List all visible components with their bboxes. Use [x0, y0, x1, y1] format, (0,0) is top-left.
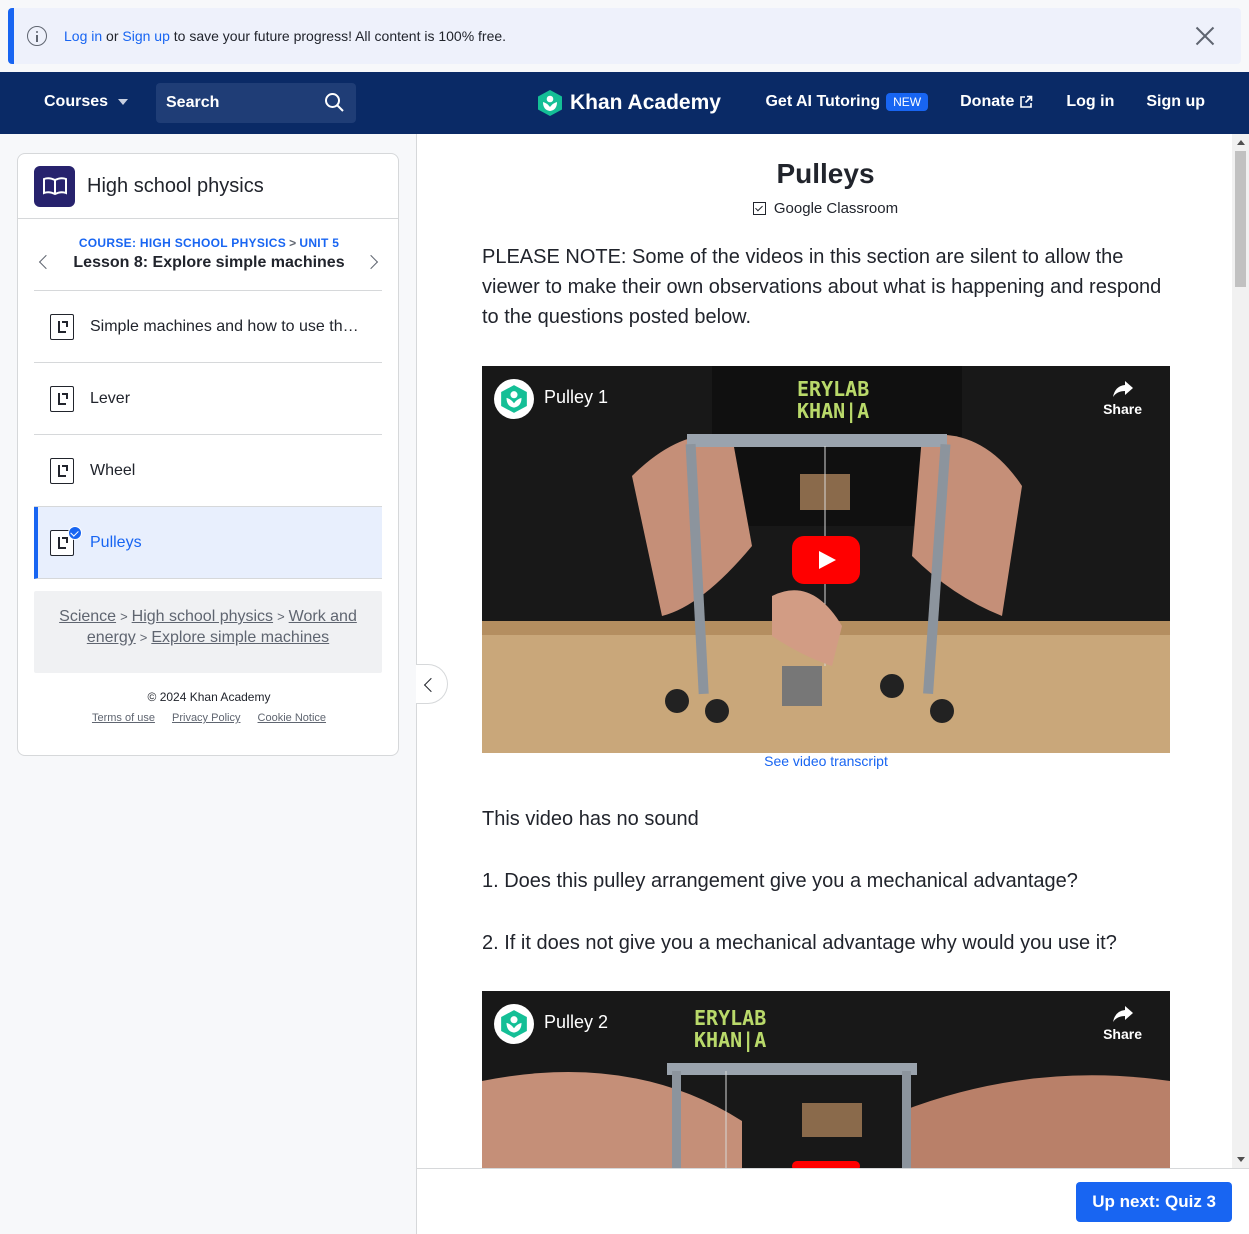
signup-banner: Log in or Sign up to save your future pr… [8, 8, 1241, 64]
sidebar-item-simple-machines[interactable]: Simple machines and how to use th… [34, 291, 382, 363]
khan-video-logo-icon [494, 1004, 534, 1044]
cookie-link[interactable]: Cookie Notice [258, 712, 326, 724]
close-icon[interactable] [1195, 26, 1215, 46]
question-2: 2. If it does not give you a mechanical … [482, 932, 1117, 954]
share-label: Share [1103, 401, 1142, 417]
lesson-title[interactable]: Lesson 8: Explore simple machines [18, 254, 400, 272]
no-sound-text: This video has no sound [482, 808, 699, 830]
scrollbar-thumb[interactable] [1235, 151, 1246, 287]
terms-link[interactable]: Terms of use [92, 712, 155, 724]
share-icon [1112, 1006, 1133, 1022]
banner-text: Log in or Sign up to save your future pr… [64, 28, 506, 44]
logo-text: Khan Academy [570, 91, 721, 114]
login-link[interactable]: Log in [1066, 93, 1114, 111]
breadcrumb: Science > High school physics > Work and ene… [34, 591, 382, 673]
section-note: PLEASE NOTE: Some of the videos in this … [482, 246, 1162, 328]
breadcrumb-science[interactable]: Science [59, 608, 116, 625]
video-title[interactable]: Pulley 2 [544, 1012, 608, 1033]
signup-link[interactable]: Sign up [1146, 93, 1205, 111]
bottom-bar: Up next: Quiz 3 [416, 1168, 1249, 1234]
search-icon[interactable] [324, 92, 344, 112]
sidebar-item-label: Pulleys [90, 533, 142, 551]
video-title[interactable]: Pulley 1 [544, 387, 608, 408]
legal-links: Terms of use Privacy Policy Cookie Notic… [18, 712, 400, 724]
search-placeholder: Search [166, 94, 220, 111]
svg-text:ERYLAB: ERYLAB [797, 377, 869, 401]
scrollbar[interactable] [1232, 134, 1249, 1168]
share-button[interactable]: Share [1103, 380, 1142, 417]
svg-text:KHAN|A: KHAN|A [694, 1028, 766, 1052]
scroll-down-icon[interactable] [1237, 1157, 1245, 1162]
article-icon [50, 313, 74, 340]
breadcrumb-high-school-physics[interactable]: High school physics [132, 608, 273, 625]
new-badge: NEW [886, 93, 929, 111]
ai-tutoring-label: Get AI Tutoring [765, 93, 881, 110]
question-1: 1. Does this pulley arrangement give you… [482, 870, 1078, 892]
google-classroom-button[interactable]: Google Classroom [417, 200, 1234, 217]
video-player-pulley-2[interactable]: ERYLAB KHAN|A Pulley 2 Share [482, 991, 1170, 1168]
sidebar-item-pulleys[interactable]: Pulleys [34, 507, 382, 579]
unit-breadcrumb: COURSE: HIGH SCHOOL PHYSICS > UNIT 5 [78, 236, 340, 250]
lesson-item-list: Simple machines and how to use th… Lever… [34, 290, 382, 579]
banner-or: or [106, 28, 119, 44]
course-sidebar: High school physics COURSE: HIGH SCHOOL … [17, 153, 399, 756]
search-input[interactable]: Search [156, 83, 356, 123]
unit-link[interactable]: UNIT 5 [299, 236, 339, 250]
sidebar-item-lever[interactable]: Lever [34, 363, 382, 435]
share-button[interactable]: Share [1103, 1005, 1142, 1042]
google-classroom-icon [752, 202, 766, 215]
course-link[interactable]: COURSE: HIGH SCHOOL PHYSICS [79, 236, 286, 250]
sidebar-header: High school physics [18, 154, 398, 219]
sidebar-item-wheel[interactable]: Wheel [34, 435, 382, 507]
donate-label: Donate [960, 93, 1015, 110]
privacy-link[interactable]: Privacy Policy [172, 712, 240, 724]
courses-label: Courses [44, 93, 109, 110]
course-title[interactable]: High school physics [87, 175, 264, 198]
top-nav: Courses Search Khan Academy Get AI Tutor… [0, 72, 1249, 134]
sidebar-item-label: Simple machines and how to use th… [90, 317, 359, 335]
article-icon [50, 385, 74, 412]
ai-tutoring-link[interactable]: Get AI Tutoring NEW [765, 93, 929, 111]
main-content: Pulleys Google Classroom PLEASE NOTE: So… [416, 134, 1249, 1234]
banner-login-link[interactable]: Log in [64, 28, 102, 44]
google-classroom-label: Google Classroom [773, 200, 899, 217]
caret-down-icon [118, 99, 129, 105]
nav-right: Get AI Tutoring NEW Donate Log in Sign u… [765, 93, 1205, 111]
scroll-up-icon[interactable] [1237, 140, 1245, 145]
breadcrumb-explore-simple-machines[interactable]: Explore simple machines [151, 629, 329, 646]
copyright: © 2024 Khan Academy [147, 690, 271, 704]
donate-link[interactable]: Donate [960, 93, 1033, 111]
banner-signup-link[interactable]: Sign up [122, 28, 169, 44]
checkmark-icon [68, 526, 82, 540]
banner-message: to save your future progress! All conten… [173, 28, 507, 44]
play-button-icon[interactable] [792, 536, 860, 584]
article-icon [50, 457, 74, 484]
video-transcript-link[interactable]: See video transcript [482, 753, 1170, 769]
up-next-button[interactable]: Up next: Quiz 3 [1076, 1182, 1232, 1222]
khan-academy-logo[interactable]: Khan Academy [537, 89, 721, 117]
info-icon [27, 26, 47, 46]
share-icon [1112, 381, 1133, 397]
svg-text:ERYLAB: ERYLAB [694, 1006, 766, 1030]
sidebar-item-label: Lever [90, 389, 131, 407]
courses-menu[interactable]: Courses [44, 93, 129, 111]
course-book-icon [34, 165, 75, 207]
sidebar-item-label: Wheel [90, 461, 136, 479]
svg-text:KHAN|A: KHAN|A [797, 399, 869, 423]
khan-logo-icon [538, 90, 562, 116]
page-title: Pulleys [776, 158, 875, 189]
share-label: Share [1103, 1026, 1142, 1042]
khan-video-logo-icon [494, 379, 534, 419]
external-link-icon [1020, 95, 1033, 108]
video-player-pulley-1[interactable]: ERYLAB KHAN|A Pulley 1 Share [482, 366, 1170, 753]
